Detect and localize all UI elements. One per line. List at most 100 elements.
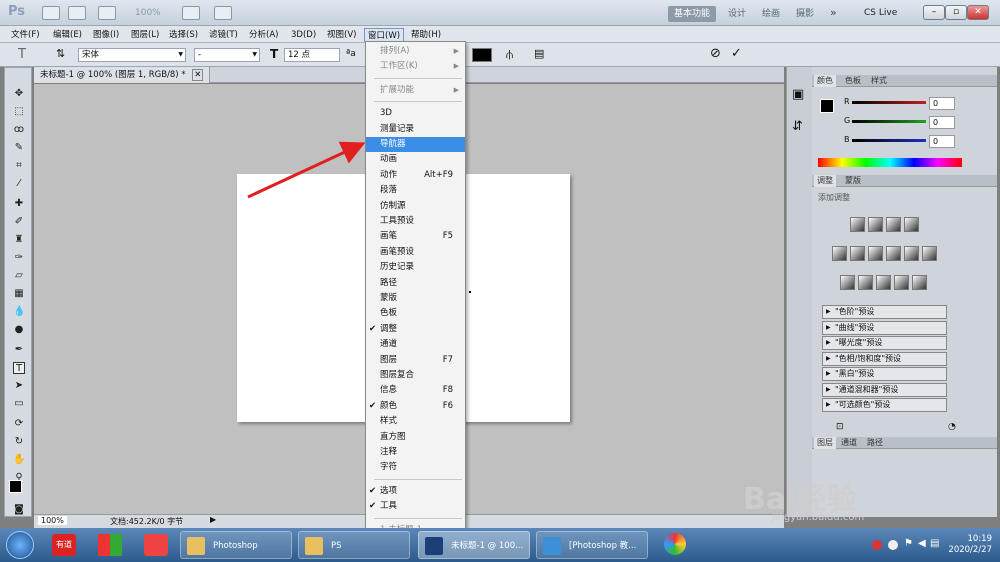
adjustment-preset-item[interactable]: "色阶"预设 <box>822 305 947 319</box>
history-brush-tool-icon[interactable]: ✑ <box>13 252 25 264</box>
adjustment-preset-item[interactable]: "曲线"预设 <box>822 320 947 335</box>
hand-tool-icon[interactable]: ✋ <box>13 454 25 466</box>
channel-slider[interactable] <box>852 101 926 104</box>
workspace-painting[interactable]: 绘画 <box>756 6 786 22</box>
window-menu-item[interactable]: 样式 <box>366 414 465 429</box>
window-menu-item[interactable]: 选项 ✔ <box>366 484 465 499</box>
window-menu-item[interactable]: 动作 Alt+F9 <box>366 168 465 183</box>
menu-select[interactable]: 选择(S) <box>166 28 201 42</box>
chrome-icon[interactable] <box>664 533 686 555</box>
quick-select-tool-icon[interactable]: ✎ <box>13 142 25 154</box>
tray-sogou-icon[interactable] <box>872 540 882 550</box>
close-button[interactable]: ✕ <box>967 5 989 20</box>
restore-button[interactable]: ▫ <box>945 5 967 20</box>
menu-3d[interactable]: 3D(D) <box>288 28 319 42</box>
crop-tool-icon[interactable]: ⌗ <box>13 160 25 172</box>
channel-slider[interactable] <box>852 139 926 142</box>
window-menu-item[interactable]: 测量记录 <box>366 122 465 137</box>
taskbar-button[interactable]: Photoshop <box>180 531 292 559</box>
3d-orbit-tool-icon[interactable]: ↻ <box>13 436 25 448</box>
status-zoom[interactable]: 100% <box>38 516 67 525</box>
window-menu-item[interactable]: 图层复合 <box>366 368 465 383</box>
window-menu-item[interactable]: 历史记录 <box>366 260 465 275</box>
menu-filter[interactable]: 滤镜(T) <box>206 28 241 42</box>
taskbar-button[interactable]: 未标题-1 @ 100... <box>418 531 530 559</box>
zoom-level[interactable]: 100% <box>135 8 161 18</box>
panel-options-icon[interactable]: ◔ <box>948 422 956 432</box>
channel-slider[interactable] <box>852 120 926 123</box>
exposure-icon[interactable] <box>904 217 919 232</box>
menu-window[interactable]: 窗口(W) <box>364 28 405 42</box>
healing-tool-icon[interactable]: ✚ <box>13 198 25 210</box>
workspace-essentials[interactable]: 基本功能 <box>668 6 717 22</box>
blur-tool-icon[interactable]: 💧 <box>13 306 25 318</box>
channel-value-input[interactable]: 0 <box>929 135 955 148</box>
channel-mixer-icon[interactable] <box>922 246 937 261</box>
youdao-icon[interactable]: 有道 <box>52 534 76 556</box>
taskbar-button[interactable]: PS <box>298 531 410 559</box>
window-menu-item[interactable]: 信息 F8 <box>366 383 465 398</box>
menu-help[interactable]: 帮助(H) <box>408 28 444 42</box>
more-workspaces-icon[interactable]: » <box>830 6 837 19</box>
stamp-tool-icon[interactable]: ♜ <box>13 234 25 246</box>
window-menu-item[interactable]: 导航器 <box>366 137 465 152</box>
curves-icon[interactable] <box>886 217 901 232</box>
3d-rotate-tool-icon[interactable]: ⟳ <box>13 418 25 430</box>
tab-layers[interactable]: 图层 <box>814 437 836 449</box>
window-menu-item[interactable]: 蒙版 <box>366 291 465 306</box>
actions-panel-icon[interactable]: ⇵ <box>792 119 803 134</box>
quick-mask-icon[interactable]: ◙ <box>13 504 25 516</box>
brightness-icon[interactable] <box>850 217 865 232</box>
gradient-map-icon[interactable] <box>894 275 909 290</box>
font-size-input[interactable]: 12 点 <box>284 48 340 62</box>
document-tab[interactable]: 未标题-1 @ 100% (图层 1, RGB/8) * ✕ <box>34 67 211 83</box>
tab-adjustments[interactable]: 调整 <box>814 175 836 187</box>
tab-paths[interactable]: 路径 <box>864 437 886 449</box>
foreground-color-swatch[interactable] <box>9 480 22 493</box>
text-color-swatch[interactable] <box>472 48 492 62</box>
eyedropper-tool-icon[interactable]: ⁄ <box>13 178 25 190</box>
warp-text-icon[interactable]: ⫛ <box>506 47 513 62</box>
office-icon[interactable] <box>98 534 122 556</box>
tab-channels[interactable]: 通道 <box>838 437 860 449</box>
color-balance-icon[interactable] <box>868 246 883 261</box>
window-menu-item[interactable]: 通道 <box>366 337 465 352</box>
bw-icon[interactable] <box>886 246 901 261</box>
tray-volume-icon[interactable]: ◀ <box>918 538 926 549</box>
window-menu-item[interactable]: 段落 <box>366 183 465 198</box>
posterize-icon[interactable] <box>858 275 873 290</box>
window-menu-item[interactable]: 字符 <box>366 460 465 475</box>
app-icon[interactable] <box>144 534 168 556</box>
window-menu-item[interactable]: 画笔预设 <box>366 245 465 260</box>
commit-icon[interactable]: ✓ <box>731 46 742 61</box>
window-menu-item[interactable]: 工具 ✔ <box>366 499 465 514</box>
fg-color-chip[interactable] <box>820 99 834 113</box>
selective-color-icon[interactable] <box>912 275 927 290</box>
start-button[interactable] <box>6 531 34 559</box>
arrange-icon[interactable] <box>182 6 200 20</box>
menu-edit[interactable]: 编辑(E) <box>50 28 85 42</box>
pen-tool-icon[interactable]: ✒ <box>13 344 25 356</box>
gradient-tool-icon[interactable]: ▦ <box>13 288 25 300</box>
window-menu-item[interactable]: 颜色 F6 ✔ <box>366 399 465 414</box>
taskbar-button[interactable]: [Photoshop 教... <box>536 531 648 559</box>
panels-toggle-icon[interactable]: ▤ <box>534 47 544 60</box>
tab-styles[interactable]: 样式 <box>868 75 890 87</box>
window-menu-item[interactable]: 图层 F7 <box>366 353 465 368</box>
shape-tool-icon[interactable]: ▭ <box>13 398 25 410</box>
path-select-tool-icon[interactable]: ➤ <box>13 380 25 392</box>
workspace-design[interactable]: 设计 <box>722 6 752 22</box>
vibrance-icon[interactable] <box>832 246 847 261</box>
window-menu-item[interactable]: 色板 <box>366 306 465 321</box>
workspace-photography[interactable]: 摄影 <box>790 6 820 22</box>
window-menu-item[interactable]: 仿制源 <box>366 199 465 214</box>
tab-color[interactable]: 颜色 <box>814 75 836 87</box>
screen-mode-icon[interactable] <box>214 6 232 20</box>
tab-masks[interactable]: 蒙版 <box>842 175 864 187</box>
window-menu-item[interactable]: 动画 <box>366 152 465 167</box>
bridge-icon[interactable] <box>42 6 60 20</box>
dodge-tool-icon[interactable]: ● <box>13 324 25 336</box>
adjustment-preset-item[interactable]: "曝光度"预设 <box>822 336 947 350</box>
menu-image[interactable]: 图像(I) <box>90 28 122 42</box>
cs-live-button[interactable]: CS Live <box>864 8 897 18</box>
